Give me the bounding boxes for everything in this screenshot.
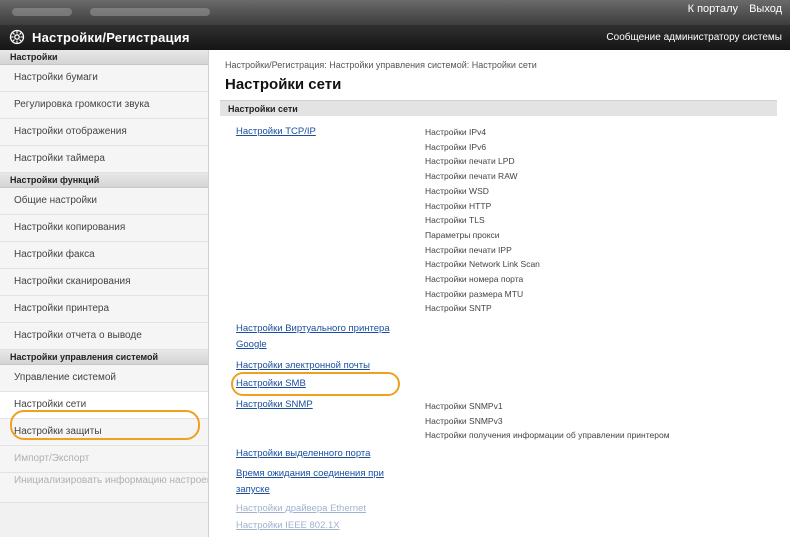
sidebar-item-copy[interactable]: Настройки копирования — [0, 215, 208, 242]
value-item: Настройки печати RAW — [425, 171, 518, 182]
blurred-device-info — [90, 8, 210, 16]
value-item: Настройки размера MTU — [425, 288, 524, 299]
breadcrumb: Настройки/Регистрация: Настройки управле… — [225, 60, 537, 70]
top-bar: К порталу Выход — [0, 0, 790, 25]
dedicated-port-link[interactable]: Настройки выделенного порта — [236, 448, 370, 459]
top-links: К порталу Выход — [680, 3, 782, 15]
sidebar-item-fax[interactable]: Настройки факса — [0, 242, 208, 269]
sidebar-section-system: Настройки управления системой — [0, 350, 208, 365]
app-title: Настройки/Регистрация — [32, 30, 190, 45]
value-item: Настройки печати IPP — [425, 244, 512, 255]
ieee8021x-link[interactable]: Настройки IEEE 802.1X — [236, 520, 340, 531]
sidebar-item-general[interactable]: Общие настройки — [0, 188, 208, 215]
sidebar-item-paper[interactable]: Настройки бумаги — [0, 65, 208, 92]
sidebar-item-network[interactable]: Настройки сети — [0, 392, 208, 419]
ethernet-driver-link[interactable]: Настройки драйвера Ethernet — [236, 503, 366, 514]
sidebar-item-output-report[interactable]: Настройки отчета о выводе — [0, 323, 208, 350]
value-item: Настройки печати LPD — [425, 156, 515, 167]
value-item: Настройки SNMPv1 — [425, 401, 503, 411]
sidebar-item-scan[interactable]: Настройки сканирования — [0, 269, 208, 296]
sidebar-item-volume[interactable]: Регулировка громкости звука — [0, 92, 208, 119]
sidebar-item-system-management[interactable]: Управление системой — [0, 365, 208, 392]
google-cloud-print-link[interactable]: Настройки Виртуального принтера Google — [236, 321, 396, 353]
value-item: Параметры прокси — [425, 229, 500, 240]
value-item: Настройки SNTP — [425, 303, 492, 314]
value-item: Настройки Network Link Scan — [425, 259, 540, 270]
sidebar-item-security[interactable]: Настройки защиты — [0, 419, 208, 446]
value-item: Настройки HTTP — [425, 200, 492, 211]
value-item: Настройки IPv6 — [425, 141, 487, 152]
email-settings-link[interactable]: Настройки электронной почты — [236, 360, 370, 371]
admin-message-link[interactable]: Сообщение администратору системы — [606, 32, 782, 43]
logout-link[interactable]: Выход — [749, 3, 782, 15]
snmp-values: Настройки SNMPv1 Настройки SNMPv3 Настро… — [425, 399, 670, 443]
sidebar-item-initialize[interactable]: Инициализировать информацию настроек — [0, 473, 208, 503]
portal-link[interactable]: К порталу — [688, 3, 738, 15]
blurred-device-name — [12, 8, 72, 16]
settings-gear-icon — [9, 29, 25, 45]
sidebar-section-functions: Настройки функций — [0, 173, 208, 188]
value-item: Настройки SNMPv3 — [425, 415, 503, 426]
value-item: Настройки получения информации об управл… — [425, 430, 670, 441]
sidebar-item-printer[interactable]: Настройки принтера — [0, 296, 208, 323]
snmp-settings-link[interactable]: Настройки SNMP — [236, 399, 313, 410]
tcpip-values: Настройки IPv4 Настройки IPv6 Настройки … — [425, 125, 540, 316]
sidebar-item-timer[interactable]: Настройки таймера — [0, 146, 208, 173]
page-title: Настройки сети — [225, 76, 342, 93]
section-header: Настройки сети — [220, 100, 777, 116]
sidebar: Настройки Настройки бумаги Регулировка г… — [0, 50, 209, 537]
sidebar-item-import-export[interactable]: Импорт/Экспорт — [0, 446, 208, 473]
value-item: Настройки TLS — [425, 215, 485, 226]
value-item: Настройки WSD — [425, 185, 489, 196]
smb-settings-link[interactable]: Настройки SMB — [236, 378, 306, 389]
sidebar-item-display[interactable]: Настройки отображения — [0, 119, 208, 146]
sidebar-section-settings: Настройки — [0, 50, 208, 65]
startup-wait-time-link[interactable]: Время ожидания соединения при запуске — [236, 466, 386, 498]
tcpip-settings-link[interactable]: Настройки TCP/IP — [236, 126, 316, 137]
value-item: Настройки номера порта — [425, 274, 524, 285]
header-bar: Настройки/Регистрация Сообщение админист… — [0, 25, 790, 50]
value-item: Настройки IPv4 — [425, 127, 487, 137]
